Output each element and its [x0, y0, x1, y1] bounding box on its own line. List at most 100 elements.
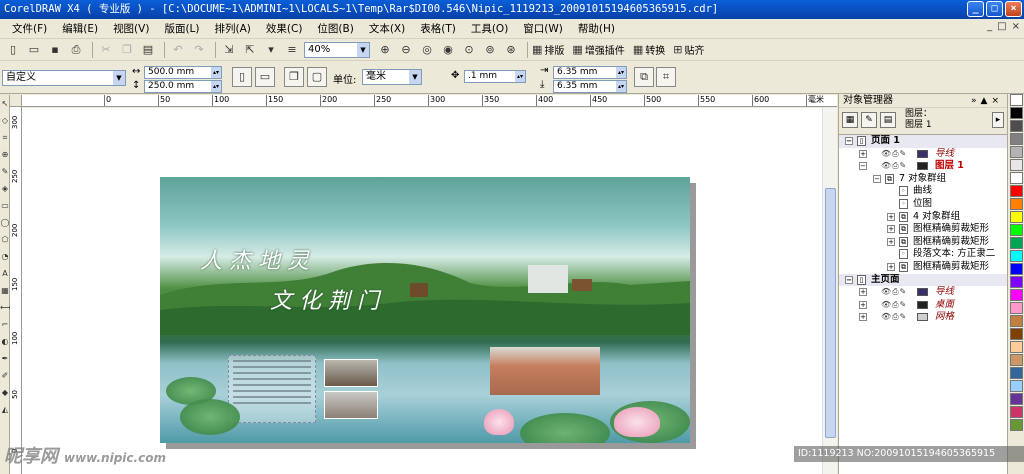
palette-swatch[interactable] — [1010, 380, 1023, 392]
layer-visibility-print-edit-icons[interactable]: 👁⎙✎ — [881, 299, 907, 312]
palette-swatch[interactable] — [1010, 276, 1023, 288]
crowd-photo[interactable] — [324, 359, 378, 387]
page-preset-combo[interactable]: 自定义 ▼ — [2, 70, 126, 86]
ruler-origin[interactable] — [10, 95, 22, 107]
tree-object-row[interactable]: + ⧉ 图框精确剪裁矩形 — [839, 261, 1007, 274]
freehand-tool-icon[interactable]: ✎ — [0, 163, 10, 180]
zoom-page-icon[interactable]: ⊙ — [460, 41, 478, 59]
outline-tool-icon[interactable]: ✐ — [0, 367, 10, 384]
flyout-arrow-icon[interactable]: ▸ — [992, 112, 1004, 128]
snap-to-objects-icon[interactable]: ⌗ — [656, 67, 676, 87]
spinner-icon[interactable]: ▴▾ — [616, 81, 626, 92]
layout-button[interactable]: ▦ 排版 — [532, 42, 564, 57]
palette-swatch[interactable] — [1010, 107, 1023, 119]
palette-swatch[interactable] — [1010, 406, 1023, 418]
doc-close-button[interactable]: × — [1012, 21, 1020, 32]
zoom-all-icon[interactable]: ◉ — [439, 41, 457, 59]
palette-swatch[interactable] — [1010, 250, 1023, 262]
chevron-down-icon[interactable]: ▼ — [113, 71, 125, 85]
doc-minimize-button[interactable]: _ — [987, 21, 992, 32]
zoom-tool-icon[interactable]: ⊕ — [0, 146, 10, 163]
menu-text[interactable]: 文本(X) — [361, 21, 412, 36]
smart-fill-tool-icon[interactable]: ◈ — [0, 180, 10, 197]
edit-across-layers-icon[interactable]: ✎ — [861, 112, 877, 128]
fill-tool-icon[interactable]: ◆ — [0, 384, 10, 401]
menu-layout[interactable]: 版面(L) — [156, 21, 206, 36]
plugin-button[interactable]: ▦ 增强插件 — [572, 42, 624, 57]
palette-swatch[interactable] — [1010, 328, 1023, 340]
tree-object-row[interactable]: + ⧉ 图框精确剪裁矩形 — [839, 236, 1007, 249]
page-height-field[interactable]: 250.0 mm ▴▾ — [144, 80, 222, 93]
zoom-level-combo[interactable]: 40% ▼ — [304, 41, 370, 58]
palette-swatch[interactable] — [1010, 354, 1023, 366]
tree-object-row[interactable]: ◦ 曲线 — [839, 185, 1007, 198]
menu-table[interactable]: 表格(T) — [412, 21, 463, 36]
scrollbar-thumb[interactable] — [825, 188, 836, 438]
tree-page-row[interactable]: − ▯ 页面 1 — [839, 135, 1007, 148]
design-artwork[interactable]: 人杰地灵 文化荆门 — [160, 177, 690, 443]
expand-toggle-icon[interactable]: + — [887, 225, 895, 234]
current-page-icon[interactable]: ▢ — [307, 67, 327, 87]
expand-toggle-icon[interactable]: − — [873, 174, 881, 183]
text-tool-icon[interactable]: A — [0, 265, 10, 282]
palette-swatch[interactable] — [1010, 211, 1023, 223]
menu-tools[interactable]: 工具(O) — [463, 21, 515, 36]
menu-help[interactable]: 帮助(H) — [570, 21, 622, 36]
convert-button[interactable]: ▦ 转换 — [633, 42, 665, 57]
zoom-out-icon[interactable]: ⊖ — [397, 41, 415, 59]
doc-restore-button[interactable]: □ — [997, 21, 1006, 32]
spinner-icon[interactable]: ▴▾ — [211, 67, 221, 78]
treat-as-filled-icon[interactable]: ⧉ — [634, 67, 654, 87]
expand-toggle-icon[interactable]: − — [859, 162, 867, 171]
tree-layer-row[interactable]: + 👁⎙✎ 导线 — [839, 286, 1007, 299]
palette-swatch[interactable] — [1010, 120, 1023, 132]
layer-visibility-print-edit-icons[interactable]: 👁⎙✎ — [881, 286, 907, 299]
palette-swatch[interactable] — [1010, 198, 1023, 210]
palette-swatch[interactable] — [1010, 185, 1023, 197]
expand-toggle-icon[interactable]: − — [845, 137, 853, 145]
open-icon[interactable]: ▭ — [25, 41, 43, 59]
palette-swatch[interactable] — [1010, 289, 1023, 301]
show-properties-icon[interactable]: ▦ — [842, 112, 858, 128]
expand-toggle-icon[interactable]: + — [859, 313, 867, 322]
print-icon[interactable]: ⎙ — [67, 41, 85, 59]
ellipse-tool-icon[interactable]: ◯ — [0, 214, 10, 231]
paste-icon[interactable]: ▤ — [139, 41, 157, 59]
landscape-icon[interactable]: ▭ — [255, 67, 275, 87]
undo-icon[interactable]: ↶ — [169, 41, 187, 59]
export-icon[interactable]: ⇱ — [241, 41, 259, 59]
spinner-icon[interactable]: ▴▾ — [515, 71, 525, 82]
page-width-field[interactable]: 500.0 mm ▴▾ — [144, 66, 222, 79]
shape-tool-icon[interactable]: ◇ — [0, 112, 10, 129]
tree-object-row[interactable]: + ⧉ 图框精确剪裁矩形 — [839, 223, 1007, 236]
menu-window[interactable]: 窗口(W) — [515, 21, 570, 36]
tree-object-row[interactable]: ◦ 位图 — [839, 198, 1007, 211]
crop-tool-icon[interactable]: ⌗ — [0, 129, 10, 146]
polygon-tool-icon[interactable]: ⬠ — [0, 231, 10, 248]
copy-icon[interactable]: ❐ — [118, 41, 136, 59]
docker-controls[interactable]: »▲× — [971, 94, 1003, 108]
close-button[interactable]: × — [1005, 1, 1022, 17]
layer-visibility-print-edit-icons[interactable]: 👁⎙✎ — [881, 311, 907, 324]
import-icon[interactable]: ⇲ — [220, 41, 238, 59]
blend-tool-icon[interactable]: ◐ — [0, 333, 10, 350]
menu-file[interactable]: 文件(F) — [4, 21, 54, 36]
tree-object-row[interactable]: − ⧉ 7 对象群组 — [839, 173, 1007, 186]
application-launcher-icon[interactable]: ▾ — [262, 41, 280, 59]
welcome-screen-icon[interactable]: ≡ — [283, 41, 301, 59]
tree-layer-row[interactable]: + 👁⎙✎ 网格 — [839, 311, 1007, 324]
tree-object-row[interactable]: ◦ 段落文本: 方正隶二 — [839, 248, 1007, 261]
tree-layer-row[interactable]: − 👁⎙✎ 图层 1 — [839, 160, 1007, 173]
palette-swatch[interactable] — [1010, 315, 1023, 327]
new-document-icon[interactable]: ▯ — [4, 41, 22, 59]
table-tool-icon[interactable]: ▦ — [0, 282, 10, 299]
zoom-height-icon[interactable]: ⊛ — [502, 41, 520, 59]
zoom-width-icon[interactable]: ⊚ — [481, 41, 499, 59]
vertical-ruler[interactable]: 300 250 200 150 100 50 0 — [10, 107, 22, 474]
expand-toggle-icon[interactable]: + — [859, 149, 867, 158]
minimize-button[interactable]: _ — [967, 1, 984, 17]
eyedropper-tool-icon[interactable]: ✒ — [0, 350, 10, 367]
menu-effects[interactable]: 效果(C) — [258, 21, 310, 36]
palette-swatch[interactable] — [1010, 341, 1023, 353]
portrait-icon[interactable]: ▯ — [232, 67, 252, 87]
